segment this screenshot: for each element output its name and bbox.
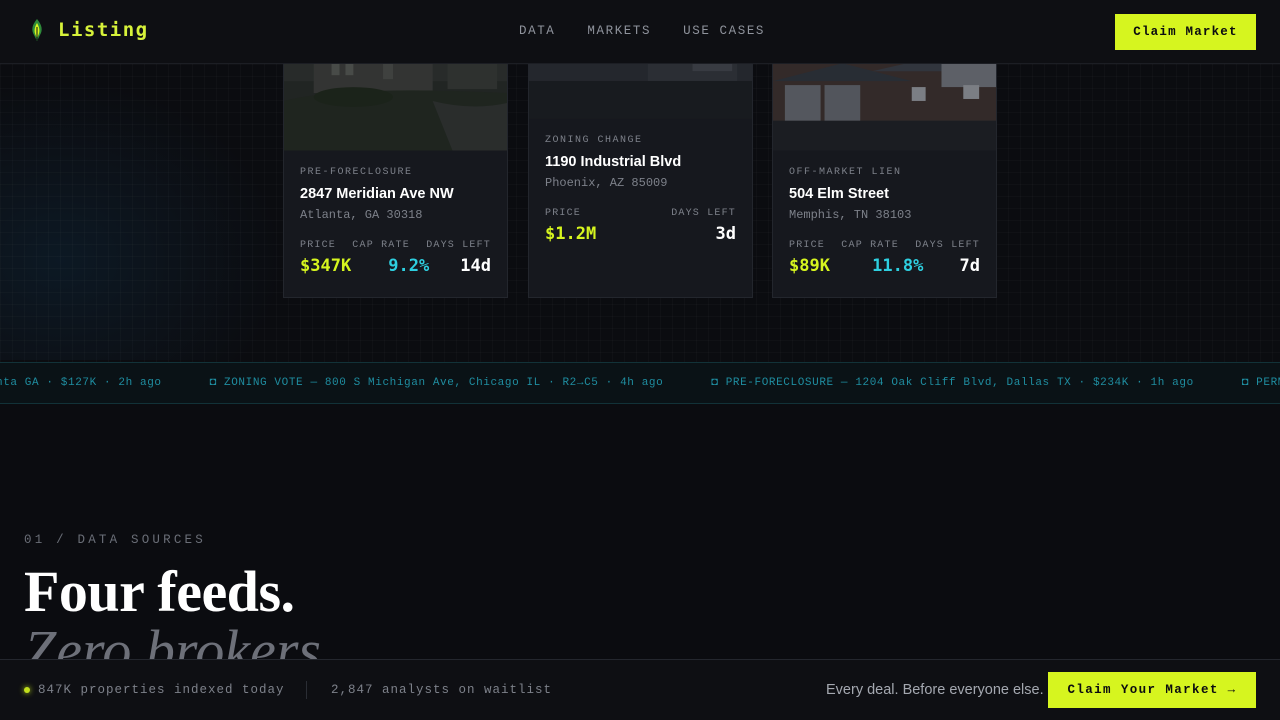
- property-card-memphis[interactable]: OFF-MARKET LIEN 504 Elm Street Memphis, …: [772, 40, 997, 298]
- cap-rate-label: CAP RATE: [841, 240, 899, 251]
- sticky-footer-bar: 847K properties indexed today 2,847 anal…: [0, 659, 1280, 720]
- footer-divider: [306, 681, 307, 699]
- ticker-track: nta GA · $127K · 2h ago ◘ ZONING VOTE — …: [0, 377, 1280, 389]
- cap-rate-value: 9.2%: [388, 256, 430, 276]
- days-left-label: DAYS LEFT: [426, 240, 491, 251]
- nav-link-data[interactable]: DATA: [519, 24, 555, 38]
- nav-link-use-cases[interactable]: USE CASES: [683, 24, 765, 38]
- card-deal-type: ZONING CHANGE: [545, 135, 643, 146]
- price-value: $1.2M: [545, 224, 597, 244]
- live-status-dot: [24, 687, 30, 693]
- leaf-flame-icon: [32, 19, 42, 41]
- card-address: 504 Elm Street: [789, 186, 889, 202]
- footer-tagline: Every deal. Before everyone else.: [826, 682, 1044, 698]
- section-label: 01 / DATA SOURCES: [24, 533, 206, 547]
- card-city: Atlanta, GA 30318: [300, 208, 423, 222]
- price-value: $89K: [789, 256, 830, 276]
- claim-market-button[interactable]: Claim Market: [1115, 14, 1256, 50]
- nav-link-markets[interactable]: MARKETS: [587, 24, 651, 38]
- cap-rate-label: CAP RATE: [352, 240, 410, 251]
- properties-indexed-stat: 847K properties indexed today: [38, 683, 285, 697]
- price-value: $347K: [300, 256, 352, 276]
- section-heading: Four feeds.: [24, 559, 295, 624]
- card-deal-type: OFF-MARKET LIEN: [789, 167, 902, 178]
- waitlist-stat: 2,847 analysts on waitlist: [331, 683, 553, 697]
- days-left-value: 3d: [715, 224, 736, 244]
- ticker-item[interactable]: nta GA · $127K · 2h ago: [0, 377, 162, 389]
- price-label: PRICE: [789, 240, 826, 251]
- card-deal-type: PRE-FORECLOSURE: [300, 167, 413, 178]
- nav-links: DATA MARKETS USE CASES: [519, 24, 765, 38]
- price-label: PRICE: [300, 240, 337, 251]
- ticker-item[interactable]: ◘ ZONING VOTE — 800 S Michigan Ave, Chic…: [210, 377, 664, 389]
- price-label: PRICE: [545, 208, 582, 219]
- brand-name: Listing: [58, 19, 149, 41]
- card-address: 1190 Industrial Blvd: [545, 154, 682, 170]
- top-navigation: Listing DATA MARKETS USE CASES Claim Mar…: [0, 0, 1280, 64]
- ticker-item[interactable]: ◘ PERM: [1242, 377, 1280, 389]
- property-card-atlanta[interactable]: PRE-FORECLOSURE 2847 Meridian Ave NW Atl…: [283, 40, 508, 298]
- card-address: 2847 Meridian Ave NW: [300, 186, 454, 202]
- days-left-value: 14d: [460, 256, 491, 276]
- deal-ticker: nta GA · $127K · 2h ago ◘ ZONING VOTE — …: [0, 362, 1280, 404]
- property-card-phoenix[interactable]: ZONING CHANGE 1190 Industrial Blvd Phoen…: [528, 40, 753, 298]
- ticker-item[interactable]: ◘ PRE-FORECLOSURE — 1204 Oak Cliff Blvd,…: [711, 377, 1193, 389]
- claim-your-market-button[interactable]: Claim Your Market →: [1048, 672, 1256, 708]
- card-city: Memphis, TN 38103: [789, 208, 912, 222]
- days-left-label: DAYS LEFT: [915, 240, 980, 251]
- days-left-label: DAYS LEFT: [671, 208, 736, 219]
- card-city: Phoenix, AZ 85009: [545, 176, 668, 190]
- cap-rate-value: 11.8%: [872, 256, 924, 276]
- days-left-value: 7d: [959, 256, 980, 276]
- brand-logo[interactable]: Listing: [28, 18, 149, 42]
